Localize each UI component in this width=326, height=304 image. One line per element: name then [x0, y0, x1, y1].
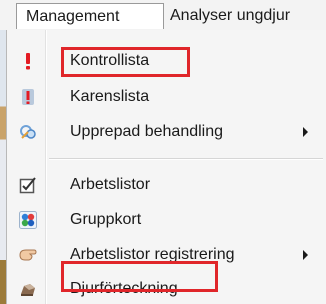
menu-bar: Management Analyser ungdjur [0, 0, 326, 31]
menu-item-label: Karenslista [70, 88, 150, 105]
menu-analyser-ungdjur[interactable]: Analyser ungdjur [170, 3, 290, 29]
highlight-box-djurforteckning [61, 261, 218, 292]
checkbox-pencil-icon [19, 176, 37, 194]
menu-item-gruppkort[interactable]: Gruppkort [7, 205, 326, 235]
submenu-arrow-icon [303, 250, 308, 260]
hand-register-icon [19, 246, 37, 264]
colored-dots-icon [19, 211, 37, 229]
menu-item-karenslista[interactable]: Karenslista [7, 82, 326, 112]
management-dropdown: Kontrollista Karenslista Upprepad behand… [6, 30, 326, 304]
animal-list-icon [19, 280, 37, 298]
highlight-box-kontrollista [61, 47, 190, 77]
menu-item-label: Upprepad behandling [70, 123, 224, 140]
menu-separator [49, 158, 323, 160]
menu-management[interactable]: Management [16, 3, 164, 29]
exclamation-icon [19, 52, 37, 70]
submenu-arrow-icon [303, 127, 308, 137]
menu-item-arbetslistor[interactable]: Arbetslistor [7, 170, 326, 200]
menu-item-label: Gruppkort [70, 211, 142, 228]
info-icon [19, 88, 37, 106]
repeat-treatment-icon [19, 123, 37, 141]
menu-item-label: Arbetslistor [70, 176, 151, 193]
menu-item-upprepad-behandling[interactable]: Upprepad behandling [7, 117, 326, 147]
